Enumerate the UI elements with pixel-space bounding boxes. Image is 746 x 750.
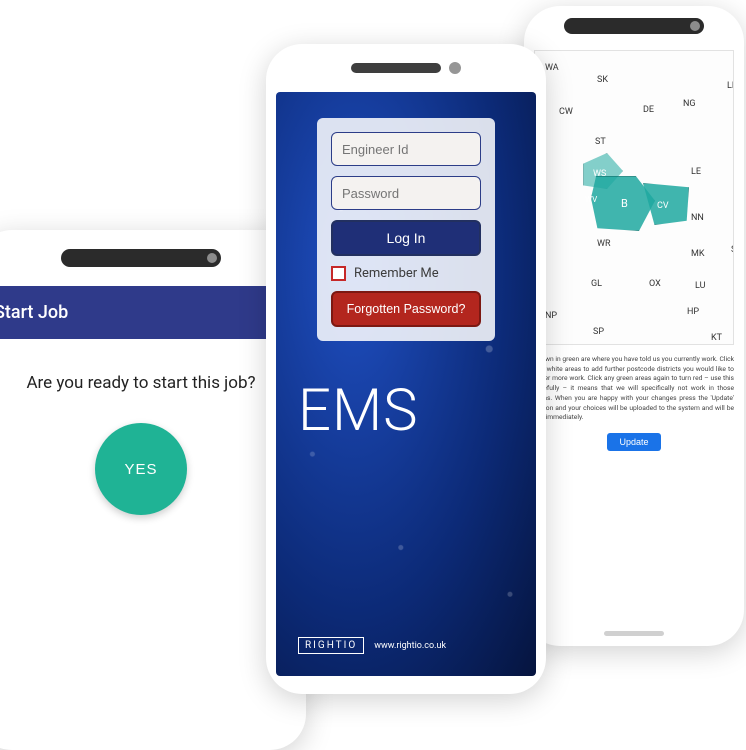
region-label[interactable]: LE <box>691 167 701 177</box>
region-label[interactable]: ST <box>595 137 606 147</box>
region-label[interactable]: MK <box>691 249 705 259</box>
phone-login: Log In Remember Me Forgotten Password? E… <box>266 44 546 694</box>
region-label[interactable]: CV <box>657 201 669 211</box>
region-label[interactable]: CW <box>559 107 573 117</box>
region-label[interactable]: NG <box>683 99 696 109</box>
region-label[interactable]: WA <box>545 63 559 73</box>
speaker-icon <box>351 63 441 73</box>
engineer-id-input[interactable] <box>331 132 481 166</box>
region-label[interactable]: DE <box>643 105 654 115</box>
login-card: Log In Remember Me Forgotten Password? <box>317 118 495 341</box>
region-label[interactable]: WR <box>597 239 611 249</box>
coverage-map[interactable]: WA SK DE NG LN CW ST WS B CV LE NN WV WR… <box>534 50 734 345</box>
remember-label: Remember Me <box>354 266 439 281</box>
region-label[interactable]: GL <box>591 279 602 289</box>
start-question: Are you ready to start this job? <box>0 373 286 393</box>
speaker-bar <box>564 18 704 34</box>
phone-start-job: Start Job Are you ready to start this jo… <box>0 230 306 750</box>
region-label[interactable]: KT <box>711 333 722 343</box>
yes-button[interactable]: YES <box>95 423 187 515</box>
region-label[interactable]: B <box>621 197 628 210</box>
region-label[interactable]: NP <box>545 311 557 321</box>
update-button[interactable]: Update <box>607 433 660 451</box>
phone-map: WA SK DE NG LN CW ST WS B CV LE NN WV WR… <box>524 6 744 646</box>
region-label[interactable]: SP <box>593 327 604 337</box>
phone-top-bar <box>524 6 744 46</box>
region-label[interactable]: HP <box>687 307 699 317</box>
region-label[interactable]: NN <box>691 213 704 223</box>
region-label[interactable]: WS <box>593 169 606 179</box>
camera-icon <box>207 253 217 263</box>
phone-top-bar <box>0 230 306 286</box>
brand-logo: RIGHTIO <box>298 637 364 654</box>
region-label[interactable]: WV <box>585 195 597 204</box>
app-title: EMS <box>298 377 419 445</box>
speaker-bar <box>61 249 221 267</box>
remember-me[interactable]: Remember Me <box>331 266 481 281</box>
phone-top-bar <box>266 44 546 92</box>
screen-header: Start Job <box>0 286 306 339</box>
camera-icon <box>690 21 700 31</box>
brand-url: www.rightio.co.uk <box>374 641 446 651</box>
region-label[interactable]: OX <box>649 279 661 289</box>
region-label[interactable]: LU <box>695 281 705 291</box>
login-button[interactable]: Log In <box>331 220 481 256</box>
map-description: shown in green are where you have told u… <box>534 355 734 423</box>
home-indicator <box>604 631 664 636</box>
checkbox-icon[interactable] <box>331 266 346 281</box>
login-screen: Log In Remember Me Forgotten Password? E… <box>276 92 536 676</box>
password-input[interactable] <box>331 176 481 210</box>
brand-footer: RIGHTIO www.rightio.co.uk <box>298 637 446 654</box>
region-label[interactable]: SG <box>731 245 734 255</box>
forgot-password-button[interactable]: Forgotten Password? <box>331 291 481 327</box>
region-label[interactable]: LN <box>727 81 734 91</box>
region-label[interactable]: SK <box>597 75 608 85</box>
camera-icon <box>449 62 461 74</box>
